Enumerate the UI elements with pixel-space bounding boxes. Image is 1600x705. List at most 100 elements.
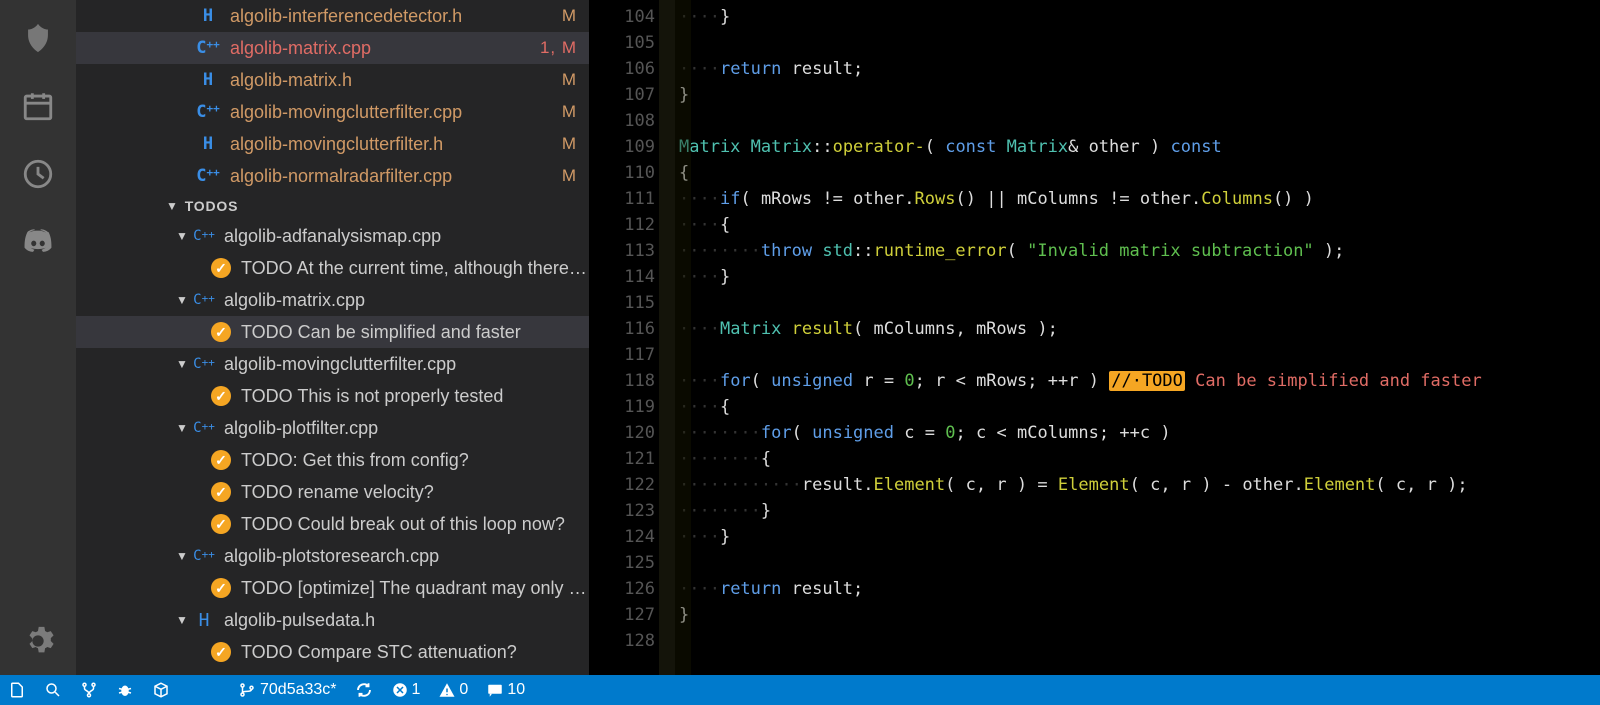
file-status: M xyxy=(562,102,577,122)
file-status: M xyxy=(562,6,577,26)
todo-text: TODO Can be simplified and faster xyxy=(241,322,521,343)
todos-section-header[interactable]: ▼ TODOS xyxy=(76,192,589,220)
status-branch[interactable]: 70d5a33c* xyxy=(238,681,337,699)
todo-file-name: algolib-matrix.cpp xyxy=(224,290,365,311)
header-file-icon: H xyxy=(196,70,220,90)
status-sync-icon[interactable] xyxy=(355,681,373,699)
file-name: algolib-normalradarfilter.cpp xyxy=(230,166,554,187)
todo-item[interactable]: ✓ TODO Could break out of this loop now? xyxy=(76,508,589,540)
file-name: algolib-movingclutterfilter.h xyxy=(230,134,554,155)
cpp-file-icon: C++ xyxy=(196,102,220,122)
todo-file-name: algolib-pulsedata.h xyxy=(224,610,375,631)
todo-text: TODO rename velocity? xyxy=(241,482,434,503)
todo-item[interactable]: ✓ TODO Compare STC attenuation? xyxy=(76,636,589,668)
activity-discord-icon[interactable] xyxy=(14,218,62,266)
todo-file-name: algolib-movingclutterfilter.cpp xyxy=(224,354,456,375)
header-file-icon: H xyxy=(196,6,220,26)
status-file-icon[interactable] xyxy=(8,681,26,699)
cpp-file-icon: C++ xyxy=(196,166,220,186)
errors-count: 1 xyxy=(412,681,421,699)
header-file-icon: H xyxy=(192,610,216,631)
file-status: M xyxy=(562,166,577,186)
status-bar: 70d5a33c* 1 0 10 xyxy=(0,675,1600,705)
status-package-icon[interactable] xyxy=(152,681,170,699)
status-search-icon[interactable] xyxy=(44,681,62,699)
todo-text: TODO Could break out of this loop now? xyxy=(241,514,565,535)
todo-text: TODO This is not properly tested xyxy=(241,386,503,407)
chevron-down-icon: ▼ xyxy=(176,293,186,307)
status-warnings[interactable]: 0 xyxy=(438,681,468,699)
chevron-down-icon: ▼ xyxy=(176,421,186,435)
code-content[interactable]: ····} ····return result;} Matrix Matrix:… xyxy=(675,0,1600,675)
todo-file-name: algolib-plotfilter.cpp xyxy=(224,418,378,439)
todo-item[interactable]: ✓ TODO rename velocity? xyxy=(76,476,589,508)
todo-item[interactable]: ✓ TODO [optimize] The quadrant may only n… xyxy=(76,572,589,604)
file-name: algolib-interferencedetector.h xyxy=(230,6,554,27)
comments-count: 10 xyxy=(507,681,525,699)
cpp-file-icon: C++ xyxy=(192,420,216,436)
file-name: algolib-matrix.h xyxy=(230,70,554,91)
cpp-file-icon: C++ xyxy=(196,38,220,58)
activity-scm-icon[interactable] xyxy=(14,150,62,198)
todo-file-row[interactable]: ▼ Halgolib-pulsedata.h xyxy=(76,604,589,636)
activity-bar xyxy=(0,0,76,675)
file-name: algolib-movingclutterfilter.cpp xyxy=(230,102,554,123)
todo-text: TODO At the current time, although there… xyxy=(241,258,589,279)
activity-explorer-icon[interactable] xyxy=(14,14,62,62)
activity-calendar-icon[interactable] xyxy=(14,82,62,130)
branch-name: 70d5a33c* xyxy=(260,681,337,699)
file-row[interactable]: Halgolib-movingclutterfilter.h M xyxy=(76,128,589,160)
todo-file-row[interactable]: ▼ C++ algolib-plotstoresearch.cpp xyxy=(76,540,589,572)
file-row[interactable]: C++ algolib-movingclutterfilter.cpp M xyxy=(76,96,589,128)
todo-file-row[interactable]: ▼ C++ algolib-adfanalysismap.cpp xyxy=(76,220,589,252)
file-status: M xyxy=(562,134,577,154)
todo-file-name: algolib-plotstoresearch.cpp xyxy=(224,546,439,567)
todo-check-icon: ✓ xyxy=(211,258,231,278)
line-number-gutter: 1041051061071081091101111121131141151161… xyxy=(589,0,659,675)
todo-check-icon: ✓ xyxy=(211,386,231,406)
code-editor[interactable]: 1041051061071081091101111121131141151161… xyxy=(589,0,1600,675)
todo-item[interactable]: ✓ TODO Can be simplified and faster xyxy=(76,316,589,348)
cpp-file-icon: C++ xyxy=(192,356,216,372)
section-label: TODOS xyxy=(185,198,239,214)
todo-file-name: algolib-adfanalysismap.cpp xyxy=(224,226,441,247)
todo-text: TODO [optimize] The quadrant may only ne… xyxy=(241,578,589,599)
file-status: 1, M xyxy=(540,38,577,58)
todo-item[interactable]: ✓TODO: Get this from config? xyxy=(76,444,589,476)
todo-item[interactable]: ✓ TODO At the current time, although ther… xyxy=(76,252,589,284)
status-errors[interactable]: 1 xyxy=(391,681,421,699)
todo-check-icon: ✓ xyxy=(211,514,231,534)
chevron-down-icon: ▼ xyxy=(176,229,186,243)
sidebar: Halgolib-interferencedetector.h M C++ algol… xyxy=(76,0,589,675)
status-fork-icon[interactable] xyxy=(80,681,98,699)
todo-file-row[interactable]: ▼ C++ algolib-movingclutterfilter.cpp xyxy=(76,348,589,380)
warnings-count: 0 xyxy=(459,681,468,699)
cpp-file-icon: C++ xyxy=(192,228,216,244)
cpp-file-icon: C++ xyxy=(192,548,216,564)
file-name: algolib-matrix.cpp xyxy=(230,38,532,59)
todo-text: TODO Compare STC attenuation? xyxy=(241,642,517,663)
status-comments[interactable]: 10 xyxy=(486,681,525,699)
todo-file-row[interactable]: ▼ C++ algolib-matrix.cpp xyxy=(76,284,589,316)
header-file-icon: H xyxy=(196,134,220,154)
chevron-down-icon: ▼ xyxy=(176,613,186,627)
todo-check-icon: ✓ xyxy=(211,482,231,502)
chevron-down-icon: ▼ xyxy=(176,357,186,371)
cpp-file-icon: C++ xyxy=(192,292,216,308)
todo-text: TODO: Get this from config? xyxy=(241,450,469,471)
todo-check-icon: ✓ xyxy=(211,642,231,662)
status-bug-icon[interactable] xyxy=(116,681,134,699)
todos-list: ▼ C++ algolib-adfanalysismap.cpp ✓ TODO At t… xyxy=(76,220,589,668)
file-row[interactable]: C++ algolib-matrix.cpp 1, M xyxy=(76,32,589,64)
file-row[interactable]: Halgolib-matrix.h M xyxy=(76,64,589,96)
file-row[interactable]: Halgolib-interferencedetector.h M xyxy=(76,0,589,32)
activity-settings-icon[interactable] xyxy=(14,617,62,665)
todo-check-icon: ✓ xyxy=(211,322,231,342)
todo-item[interactable]: ✓ TODO This is not properly tested xyxy=(76,380,589,412)
open-editors-list: Halgolib-interferencedetector.h M C++ algol… xyxy=(76,0,589,192)
file-row[interactable]: C++ algolib-normalradarfilter.cpp M xyxy=(76,160,589,192)
file-status: M xyxy=(562,70,577,90)
todo-file-row[interactable]: ▼ C++ algolib-plotfilter.cpp xyxy=(76,412,589,444)
todo-check-icon: ✓ xyxy=(211,578,231,598)
chevron-down-icon: ▼ xyxy=(176,549,186,563)
